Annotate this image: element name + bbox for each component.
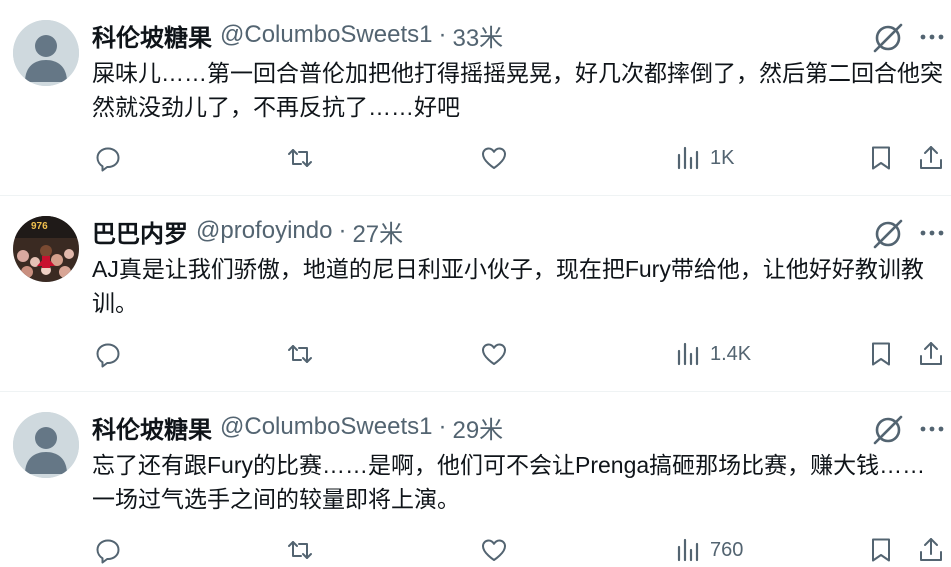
more-icon[interactable] bbox=[916, 413, 948, 445]
bookmark-icon bbox=[872, 342, 890, 366]
views-count: 1.4K bbox=[710, 342, 752, 365]
tweet-actions: 1K bbox=[0, 140, 951, 176]
avatar-badge: 976 bbox=[31, 221, 48, 232]
retweet-button[interactable] bbox=[286, 336, 314, 372]
photo-avatar: 976 bbox=[13, 216, 79, 282]
separator: · bbox=[438, 413, 447, 440]
retweet-button[interactable] bbox=[286, 532, 314, 567]
display-name[interactable]: 科伦坡糖果 bbox=[92, 18, 212, 53]
retweet-icon bbox=[288, 541, 312, 559]
grok-icon[interactable] bbox=[871, 217, 905, 251]
bookmark-icon bbox=[872, 538, 890, 562]
timestamp[interactable]: 27米 bbox=[352, 214, 403, 249]
share-icon bbox=[920, 538, 942, 561]
default-avatar-icon bbox=[13, 20, 79, 86]
retweet-button[interactable] bbox=[286, 140, 314, 176]
tweet-header: 巴巴内罗 @profoyindo · 27米 bbox=[92, 214, 403, 248]
retweet-icon bbox=[288, 345, 312, 363]
views-button[interactable]: 1K bbox=[674, 140, 734, 176]
tweet-text: 忘了还有跟Fury的比赛……是啊，他们可不会让Prenga搞砸那场比赛，赚大钱…… bbox=[92, 452, 926, 512]
views-button[interactable]: 1.4K bbox=[674, 336, 751, 372]
timestamp[interactable]: 29米 bbox=[452, 410, 503, 445]
avatar[interactable] bbox=[13, 20, 79, 86]
user-handle[interactable]: @ColumboSweets1 bbox=[220, 413, 432, 441]
separator: · bbox=[438, 21, 447, 48]
tweet-header: 科伦坡糖果 @ColumboSweets1 · 33米 bbox=[92, 18, 503, 52]
bookmark-button[interactable] bbox=[867, 532, 895, 567]
share-button[interactable] bbox=[917, 336, 945, 372]
tweet[interactable]: 976 巴巴内罗 @profoyindo · 27米 AJ真是让我们骄傲，地道的… bbox=[0, 196, 951, 392]
avatar[interactable]: 976 bbox=[13, 216, 79, 282]
reply-button[interactable] bbox=[94, 532, 122, 567]
tweet-actions: 760 bbox=[0, 532, 951, 567]
user-handle[interactable]: @profoyindo bbox=[196, 217, 332, 245]
bookmark-button[interactable] bbox=[867, 140, 895, 176]
share-icon bbox=[920, 342, 942, 365]
views-count: 760 bbox=[710, 538, 744, 561]
bookmark-button[interactable] bbox=[867, 336, 895, 372]
like-button[interactable] bbox=[480, 532, 508, 567]
like-icon bbox=[482, 539, 506, 561]
views-icon bbox=[677, 342, 699, 366]
like-button[interactable] bbox=[480, 140, 508, 176]
more-icon[interactable] bbox=[916, 217, 948, 249]
views-icon bbox=[677, 146, 699, 170]
tweet[interactable]: 科伦坡糖果 @ColumboSweets1 · 29米 忘了还有跟Fury的比赛… bbox=[0, 392, 951, 567]
display-name[interactable]: 科伦坡糖果 bbox=[92, 410, 212, 445]
tweet-header: 科伦坡糖果 @ColumboSweets1 · 29米 bbox=[92, 410, 503, 444]
more-icon[interactable] bbox=[916, 21, 948, 53]
reply-button[interactable] bbox=[94, 336, 122, 372]
default-avatar-icon bbox=[13, 412, 79, 478]
reply-icon bbox=[96, 147, 120, 172]
tweet[interactable]: 科伦坡糖果 @ColumboSweets1 · 33米 屎味儿……第一回合普伦加… bbox=[0, 0, 951, 196]
reply-icon bbox=[96, 343, 120, 368]
share-icon bbox=[920, 146, 942, 169]
bookmark-icon bbox=[872, 146, 890, 170]
separator: · bbox=[338, 217, 347, 244]
tweet-feed: 科伦坡糖果 @ColumboSweets1 · 33米 屎味儿……第一回合普伦加… bbox=[0, 0, 951, 567]
views-count: 1K bbox=[710, 146, 735, 169]
like-icon bbox=[482, 147, 506, 169]
tweet-text: AJ真是让我们骄傲，地道的尼日利亚小伙子，现在把Fury带给他，让他好好教训教训… bbox=[92, 256, 924, 316]
avatar[interactable] bbox=[13, 412, 79, 478]
reply-icon bbox=[96, 539, 120, 564]
reply-button[interactable] bbox=[94, 140, 122, 176]
share-button[interactable] bbox=[917, 140, 945, 176]
timestamp[interactable]: 33米 bbox=[452, 18, 503, 53]
grok-icon[interactable] bbox=[871, 413, 905, 447]
display-name[interactable]: 巴巴内罗 bbox=[92, 214, 188, 249]
views-icon bbox=[677, 538, 699, 562]
like-icon bbox=[482, 343, 506, 365]
tweet-actions: 1.4K bbox=[0, 336, 951, 372]
share-button[interactable] bbox=[917, 532, 945, 567]
grok-icon[interactable] bbox=[871, 21, 905, 55]
views-button[interactable]: 760 bbox=[674, 532, 743, 567]
like-button[interactable] bbox=[480, 336, 508, 372]
user-handle[interactable]: @ColumboSweets1 bbox=[220, 21, 432, 49]
tweet-text: 屎味儿……第一回合普伦加把他打得摇摇晃晃，好几次都摔倒了，然后第二回合他突然就没… bbox=[92, 60, 943, 120]
retweet-icon bbox=[288, 149, 312, 167]
